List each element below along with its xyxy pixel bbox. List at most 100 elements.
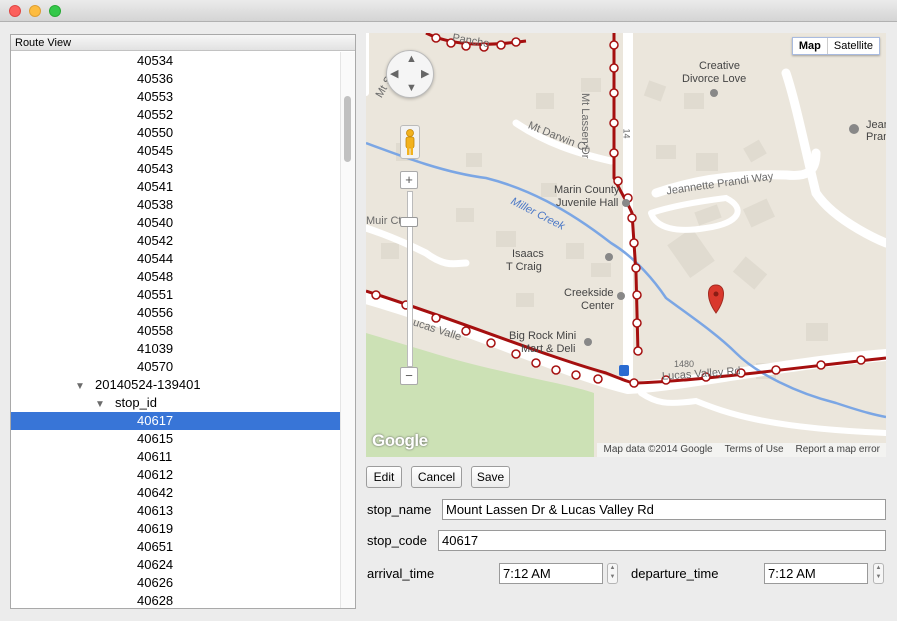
map-type-satellite-button[interactable]: Satellite <box>826 38 879 54</box>
tree-item-label: 40624 <box>137 557 174 572</box>
tree-leaf[interactable]: 40570 <box>11 358 341 376</box>
pan-right-icon[interactable]: ▶ <box>421 67 429 80</box>
departure-time-label: departure_time <box>631 566 719 581</box>
tree-leaf[interactable]: 40624 <box>11 556 341 574</box>
tree-item-label: 40536 <box>137 71 174 86</box>
tree-item-label: 40642 <box>137 485 174 500</box>
terms-of-use-link[interactable]: Terms of Use <box>725 443 784 457</box>
stop-code-field[interactable]: 40617 <box>438 530 886 551</box>
tree-leaf[interactable]: 40628 <box>11 592 341 608</box>
scrollbar-thumb[interactable] <box>344 96 351 162</box>
tree-leaf[interactable]: 40651 <box>11 538 341 556</box>
tree-leaf[interactable]: 40619 <box>11 520 341 538</box>
tree-leaf[interactable]: 40536 <box>11 70 341 88</box>
tree-leaf[interactable]: 40626 <box>11 574 341 592</box>
arrival-time-label: arrival_time <box>367 566 435 581</box>
stop-name-field[interactable]: Mount Lassen Dr & Lucas Valley Rd <box>442 499 886 520</box>
tree-item-label: 41039 <box>137 341 174 356</box>
tree-item-label: 40540 <box>137 215 174 230</box>
tree-leaf[interactable]: 40612 <box>11 466 341 484</box>
tree-leaf[interactable]: 40542 <box>11 232 341 250</box>
map-label-juvenile-hall: Juvenile Hall <box>556 197 619 209</box>
tree-leaf[interactable]: 40615 <box>11 430 341 448</box>
tree-leaf[interactable]: 40613 <box>11 502 341 520</box>
tree-item-label: 40628 <box>137 593 174 608</box>
tree-leaf[interactable]: 40544 <box>11 250 341 268</box>
tree-item-label: 40617 <box>137 413 174 428</box>
map-view[interactable]: Creative Divorce Love Jean Pran Mt Darwi… <box>366 33 886 457</box>
pan-left-icon[interactable]: ◀ <box>390 67 398 80</box>
tree-item-label: 40542 <box>137 233 174 248</box>
pan-down-icon[interactable]: ▼ <box>406 82 417 94</box>
zoom-slider-knob[interactable] <box>400 217 418 227</box>
map-label-1480: 1480 <box>674 359 695 369</box>
tree-scrollbar[interactable] <box>340 52 355 608</box>
zoom-window-button[interactable] <box>49 5 61 17</box>
google-logo: Google <box>372 431 428 450</box>
tree-item-label: 40551 <box>137 287 174 302</box>
tree-item-label: 40613 <box>137 503 174 518</box>
tree-item-label: 40541 <box>137 179 174 194</box>
map-label-mt-lassen-dr: Mt Lassen Dr <box>579 93 591 159</box>
tree-node[interactable]: ▼ stop_id <box>11 394 341 412</box>
tree-leaf[interactable]: 40548 <box>11 268 341 286</box>
map-label-t-craig: T Craig <box>506 261 542 273</box>
map-label-14: 14 <box>621 128 632 139</box>
tree-item-label: 40619 <box>137 521 174 536</box>
tree-item-label: 40543 <box>137 161 174 176</box>
tree-leaf[interactable]: 40543 <box>11 160 341 178</box>
report-map-error-link[interactable]: Report a map error <box>796 443 880 457</box>
map-canvas <box>366 33 886 457</box>
tree-item-label: 40570 <box>137 359 174 374</box>
zoom-out-button[interactable]: − <box>400 367 418 385</box>
tree-leaf[interactable]: 40552 <box>11 106 341 124</box>
close-window-button[interactable] <box>9 5 21 17</box>
street-view-pegman-icon[interactable] <box>400 125 420 159</box>
tree-leaf[interactable]: 40553 <box>11 88 341 106</box>
tree-leaf[interactable]: 41039 <box>11 340 341 358</box>
map-type-map-button[interactable]: Map <box>793 38 827 54</box>
map-label-creative: Creative <box>699 60 740 72</box>
map-label-center: Center <box>581 300 615 312</box>
tree-leaf[interactable]: 40642 <box>11 484 341 502</box>
tree-item-label: 40612 <box>137 467 174 482</box>
arrival-time-stepper[interactable]: ▲ ▼ <box>607 563 618 584</box>
tree-item-label: 40651 <box>137 539 174 554</box>
pan-up-icon[interactable]: ▲ <box>406 53 417 65</box>
tree-item-label: 40552 <box>137 107 174 122</box>
departure-time-field[interactable]: 7:12 AM <box>764 563 868 584</box>
cancel-button[interactable]: Cancel <box>411 466 462 488</box>
tree-item-label: 40548 <box>137 269 174 284</box>
zoom-in-button[interactable]: + <box>400 171 418 189</box>
pan-control[interactable]: ▲ ▼ ◀ ▶ <box>386 50 434 98</box>
arrival-time-field[interactable]: 7:12 AM <box>499 563 603 584</box>
map-attribution-text: Map data ©2014 Google <box>603 444 713 455</box>
map-label-big-rock-mini: Big Rock Mini <box>509 330 577 342</box>
tree-item-label: 40558 <box>137 323 174 338</box>
save-button[interactable]: Save <box>471 466 510 488</box>
map-label-muir-ct: Muir Ct <box>366 215 402 227</box>
tree-leaf[interactable]: 40611 <box>11 448 341 466</box>
map-label-isaacs: Isaacs <box>512 248 544 260</box>
tree-leaf[interactable]: 40540 <box>11 214 341 232</box>
tree-item-label: 40538 <box>137 197 174 212</box>
tree-leaf[interactable]: 40534 <box>11 52 341 70</box>
tree-leaf[interactable]: 40617 <box>11 412 341 430</box>
tree-leaf[interactable]: 40545 <box>11 142 341 160</box>
tree-node[interactable]: ▼ 20140524-139401 <box>11 376 341 394</box>
tree-leaf[interactable]: 40558 <box>11 322 341 340</box>
tree-leaf[interactable]: 40538 <box>11 196 341 214</box>
minimize-window-button[interactable] <box>29 5 41 17</box>
tree-leaf[interactable]: 40556 <box>11 304 341 322</box>
tree-item-label: 40545 <box>137 143 174 158</box>
map-label-pran: Pran <box>866 131 886 143</box>
tree-item-label: 40550 <box>137 125 174 140</box>
tree-leaf[interactable]: 40541 <box>11 178 341 196</box>
tree-leaf[interactable]: 40551 <box>11 286 341 304</box>
tree-leaf[interactable]: 40550 <box>11 124 341 142</box>
tree-item-label: 40534 <box>137 53 174 68</box>
edit-button[interactable]: Edit <box>366 466 402 488</box>
departure-time-stepper[interactable]: ▲ ▼ <box>873 563 884 584</box>
map-label-mart-deli: Mart & Deli <box>521 343 576 355</box>
tree-item-label: 40615 <box>137 431 174 446</box>
